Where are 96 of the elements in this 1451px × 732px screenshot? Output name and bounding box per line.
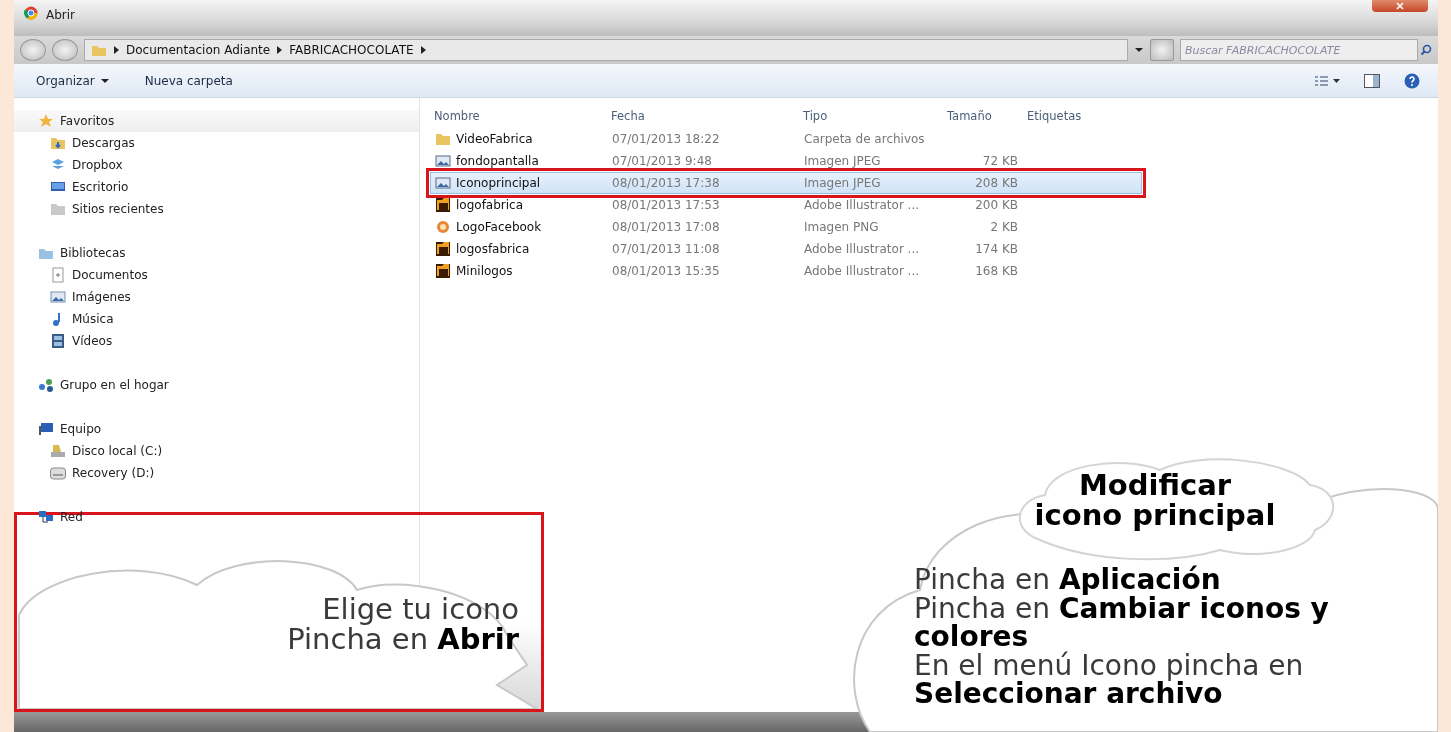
table-cell-text: 07/01/2013 9:48 xyxy=(612,153,712,170)
app-icon xyxy=(24,6,38,20)
view-icon[interactable] xyxy=(1314,74,1340,87)
sidebar-item[interactable]: Bibliotecas xyxy=(14,242,419,264)
callout-title: Modificar xyxy=(1077,470,1232,501)
table-cell-text: 08/01/2013 15:35 xyxy=(612,263,720,280)
table-cell-text: 08/01/2013 17:08 xyxy=(612,219,720,236)
file-name: logosfabrica xyxy=(456,241,530,258)
table-cell-text: 72 KB xyxy=(982,153,1018,170)
file-name: logofabrica xyxy=(456,197,524,214)
sidebar-item[interactable]: Grupo en el hogar xyxy=(14,374,419,396)
callout-text: Elige tu icono xyxy=(321,595,519,625)
file-row[interactable]: fondopantalla 07/01/2013 9:48 Imagen JPEG 72 KB xyxy=(430,150,1140,172)
table-cell-text: Imagen JPEG xyxy=(804,153,881,170)
sidebar-item[interactable]: Descargas xyxy=(14,132,419,154)
window-title: Abrir xyxy=(46,7,76,24)
table-cell-text: Adobe Illustrator ... xyxy=(804,241,920,258)
sidebar-item[interactable]: Equipo xyxy=(14,418,419,440)
callout-text: Pincha en Abrir xyxy=(287,624,519,655)
preview-pane-icon[interactable] xyxy=(1364,73,1380,88)
picture-icon xyxy=(435,175,451,191)
document-icon xyxy=(435,263,451,279)
star-icon xyxy=(38,113,54,129)
sidebar-item[interactable]: Favoritos xyxy=(14,110,419,132)
close-button[interactable] xyxy=(1372,0,1428,12)
column-header[interactable]: Tamaño xyxy=(943,108,1023,126)
sidebar-item[interactable]: Disco local (C:) xyxy=(14,440,419,462)
film-icon xyxy=(50,333,66,349)
caret-icon[interactable] xyxy=(1134,46,1144,54)
close-icon xyxy=(1395,2,1405,10)
sidebar-item[interactable]: Escritorio xyxy=(14,176,419,198)
table-cell-text: Imagen PNG xyxy=(804,219,879,236)
computer-icon xyxy=(38,421,54,437)
picture-icon xyxy=(435,219,451,235)
file-name: fondopantalla xyxy=(456,153,539,170)
folder-icon xyxy=(50,135,66,151)
table-cell-text: 08/01/2013 17:38 xyxy=(612,175,720,192)
callout-text: Pincha en Aplicación xyxy=(914,566,1222,595)
file-name: LogoFacebook xyxy=(456,219,542,236)
callout-title: icono principal xyxy=(1033,500,1277,531)
document-icon xyxy=(435,197,451,213)
table-cell-text: 200 KB xyxy=(975,197,1018,214)
folder-icon xyxy=(435,131,451,147)
new-folder-button[interactable]: Nueva carpeta xyxy=(140,69,237,92)
file-name: Minilogos xyxy=(456,263,513,280)
picture-icon xyxy=(50,289,66,305)
table-cell-text: Carpeta de archivos xyxy=(804,131,925,148)
file-row[interactable]: logosfabrica 07/01/2013 11:08 Adobe Illustrator ... 174 KB xyxy=(430,238,1140,260)
sidebar-item[interactable]: Música xyxy=(14,308,419,330)
network-icon xyxy=(38,509,54,525)
file-name: VideoFabrica xyxy=(456,131,533,148)
search-field[interactable]: Buscar FABRICACHOCOLATE xyxy=(1180,39,1418,61)
callout-text: En el menú Icono pincha en Seleccionar archivo xyxy=(914,651,1305,709)
column-header[interactable]: Etiquetas xyxy=(1023,108,1123,126)
sidebar-item[interactable]: Sitios recientes xyxy=(14,198,419,220)
table-cell-text: Imagen JPEG xyxy=(804,175,881,192)
chevron-icon xyxy=(276,45,284,55)
sidebar-item[interactable]: Documentos xyxy=(14,264,419,286)
caret-icon xyxy=(100,77,109,84)
callout-text: Pincha en Cambiar iconos y colores xyxy=(914,594,1330,652)
file-row[interactable]: Minilogos 08/01/2013 15:35 Adobe Illustrator ... 168 KB xyxy=(430,260,1140,282)
people-icon xyxy=(38,377,54,393)
sidebar-item[interactable]: Recovery (D:) xyxy=(14,462,419,484)
table-cell-text: 07/01/2013 18:22 xyxy=(612,131,720,148)
column-header[interactable]: Tipo xyxy=(799,108,943,126)
table-cell-text: Adobe Illustrator ... xyxy=(804,263,920,280)
chevron-icon xyxy=(419,45,427,55)
table-cell-text: 168 KB xyxy=(975,263,1018,280)
table-cell-text: 2 KB xyxy=(990,219,1018,236)
file-row[interactable]: LogoFacebook 08/01/2013 17:08 Imagen PNG 2 KB xyxy=(430,216,1140,238)
search-icon xyxy=(1420,44,1432,56)
sidebar-item[interactable]: Imágenes xyxy=(14,286,419,308)
breadcrumb-link[interactable]: FABRICACHOCOLATE xyxy=(289,41,414,59)
column-header[interactable]: Nombre xyxy=(430,108,607,126)
table-cell-text: 07/01/2013 11:08 xyxy=(612,241,720,258)
hard-drive-icon xyxy=(50,465,66,481)
folder-icon xyxy=(91,43,107,57)
folder-icon xyxy=(50,201,66,217)
file-name: Iconoprincipal xyxy=(456,175,541,192)
document-icon xyxy=(435,241,451,257)
organize-button[interactable]: Organizar xyxy=(32,69,113,92)
table-cell-text: Adobe Illustrator ... xyxy=(804,197,920,214)
document-icon xyxy=(50,267,66,283)
table-cell-text: 208 KB xyxy=(975,175,1018,192)
column-header[interactable]: Fecha xyxy=(607,108,799,126)
hard-drive-icon xyxy=(50,443,66,459)
file-row[interactable]: VideoFabrica 07/01/2013 18:22 Carpeta de archivos xyxy=(430,128,1140,150)
picture-icon xyxy=(435,153,451,169)
table-cell-text: 174 KB xyxy=(975,241,1018,258)
table-cell-text: 08/01/2013 17:53 xyxy=(612,197,720,214)
chevron-icon xyxy=(113,45,120,55)
breadcrumb-link[interactable]: Documentacion Adiante xyxy=(126,41,271,59)
sidebar-item[interactable]: Vídeos xyxy=(14,330,419,352)
file-row[interactable]: logofabrica 08/01/2013 17:53 Adobe Illustrator ... 200 KB xyxy=(430,194,1140,216)
help-icon[interactable] xyxy=(1404,72,1420,89)
sidebar-item[interactable]: Dropbox xyxy=(14,154,419,176)
